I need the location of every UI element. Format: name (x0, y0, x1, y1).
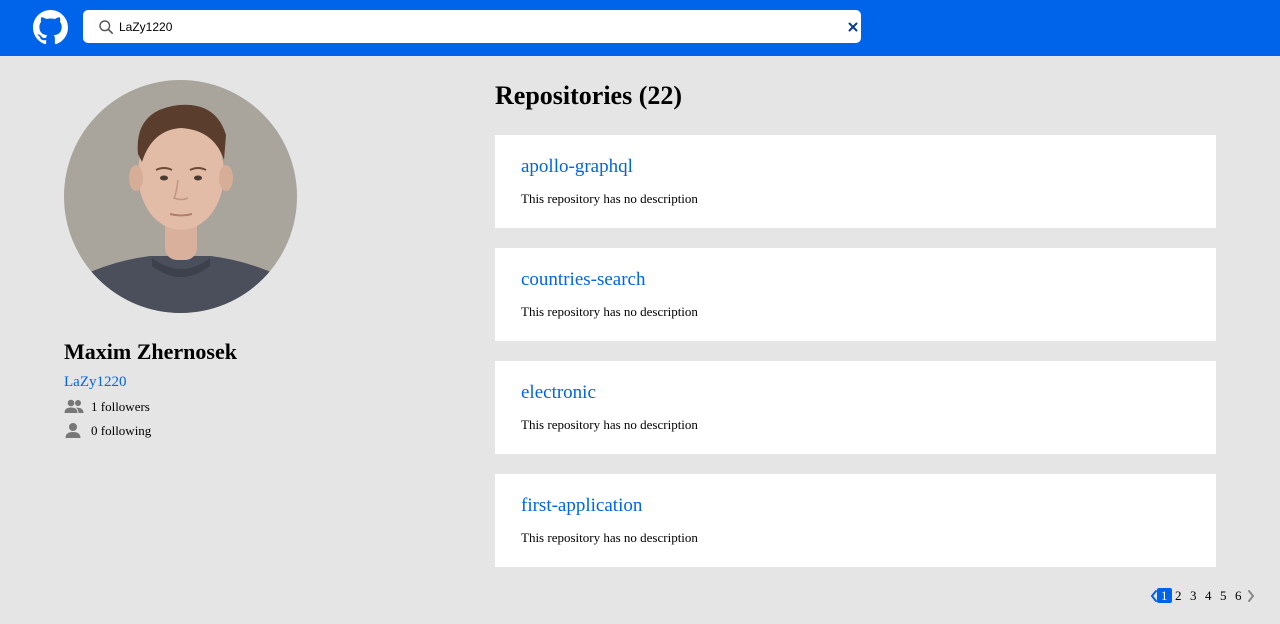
repo-name-link[interactable]: countries-search (521, 269, 646, 291)
repo-card: electronic This repository has no descri… (495, 361, 1216, 454)
repo-description: This repository has no description (521, 530, 698, 545)
repo-description: This repository has no description (521, 191, 698, 206)
repo-name-link[interactable]: apollo-graphql (521, 156, 633, 178)
avatar (64, 80, 297, 313)
search-input[interactable] (119, 10, 819, 43)
following-count: 0 following (91, 423, 152, 438)
search-bar (83, 10, 861, 43)
user-name: Maxim Zhernosek (64, 339, 237, 364)
repo-description: This repository has no description (521, 417, 698, 432)
page-button-3[interactable]: 3 (1190, 588, 1197, 603)
close-icon[interactable] (847, 21, 859, 33)
app-header (0, 0, 1280, 56)
repo-name-link[interactable]: electronic (521, 382, 596, 404)
page-button-5[interactable]: 5 (1220, 588, 1227, 603)
person-icon (65, 423, 81, 438)
search-icon (99, 20, 113, 34)
repo-card: first-application This repository has no… (495, 474, 1216, 567)
repo-card: countries-search This repository has no … (495, 248, 1216, 341)
github-logo-icon[interactable] (33, 10, 68, 45)
repo-description: This repository has no description (521, 304, 698, 319)
people-icon (64, 399, 84, 413)
followers-count: 1 followers (91, 399, 150, 414)
page-button-4[interactable]: 4 (1205, 588, 1212, 603)
pagination: 1 2 3 4 5 6 (1149, 587, 1259, 605)
page-button-1[interactable]: 1 (1157, 588, 1172, 603)
page-button-2[interactable]: 2 (1175, 588, 1182, 603)
chevron-right-icon[interactable] (1246, 589, 1256, 603)
repositories-title: Repositories (22) (495, 81, 683, 110)
repo-card: apollo-graphql This repository has no de… (495, 135, 1216, 228)
page-button-6[interactable]: 6 (1235, 588, 1242, 603)
repo-name-link[interactable]: first-application (521, 495, 642, 517)
user-login-link[interactable]: LaZy1220 (64, 374, 126, 391)
